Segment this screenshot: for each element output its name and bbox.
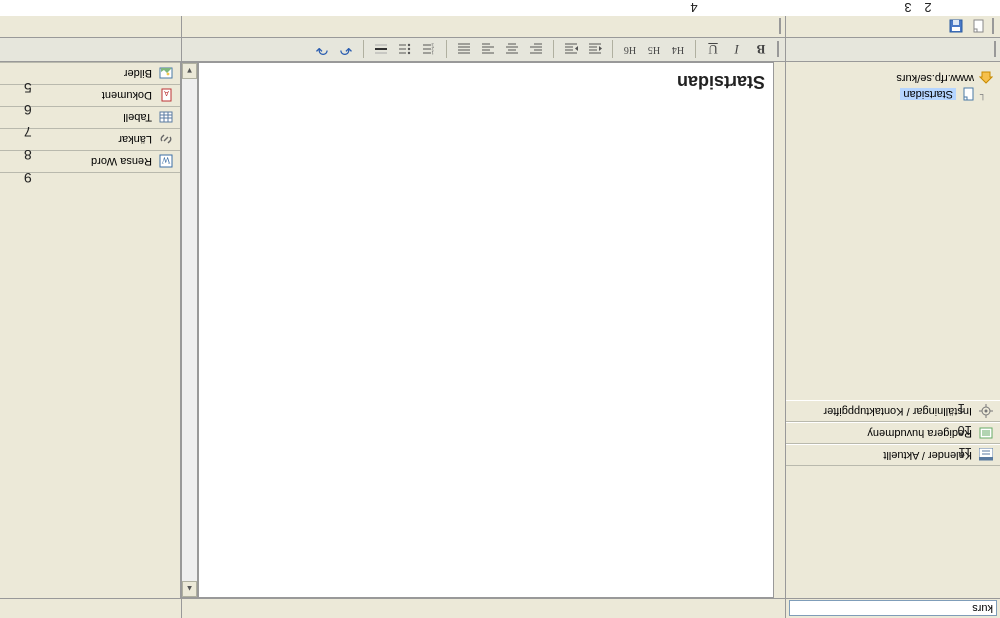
editor-toolbar: B I U H4 H5 H6 123 ↶ ↷ <box>181 38 785 61</box>
option-editmenu-label: Redigera huvudmeny <box>792 427 972 439</box>
callout-1: 1 <box>958 401 965 416</box>
gear-icon <box>978 403 994 419</box>
side-lankar-label: Länkar <box>118 134 152 146</box>
callout-9: 9 <box>24 170 32 186</box>
svg-text:3: 3 <box>431 43 434 47</box>
tree-connector: └ <box>980 89 986 100</box>
option-calendar-label: Kalender / Aktuellt <box>792 449 972 461</box>
callout-6: 6 <box>24 102 32 118</box>
indent-button[interactable] <box>560 40 582 60</box>
page-canvas[interactable]: Startsidan <box>198 62 774 598</box>
side-dokument-label: Dokument <box>102 90 152 102</box>
home-icon <box>978 70 994 86</box>
tree-root[interactable]: www.rfp.se/kurs <box>792 70 994 86</box>
callout-8: 8 <box>24 147 32 163</box>
right-fill <box>0 173 180 598</box>
new-doc-button[interactable] <box>970 19 986 35</box>
toolbar-grip-icon <box>994 42 996 58</box>
toolbar-grip-icon <box>779 19 781 35</box>
toolbar-separator <box>695 41 696 59</box>
svg-text:W: W <box>161 156 170 166</box>
table-icon <box>158 110 174 126</box>
calendar-icon <box>978 447 994 463</box>
callout-11: 11 <box>959 445 973 460</box>
scroll-up-icon[interactable]: ▲ <box>182 581 197 597</box>
side-rensa-word-label: Rensa Word <box>91 156 152 168</box>
align-justify-button[interactable] <box>453 40 475 60</box>
document-icon: A <box>158 88 174 104</box>
align-center-button[interactable] <box>501 40 523 60</box>
unordered-list-button[interactable] <box>394 40 416 60</box>
header-center <box>181 599 785 618</box>
callout-10: 10 <box>958 423 972 438</box>
page-title: Startsidan <box>677 71 765 92</box>
h4-button[interactable]: H4 <box>667 40 689 60</box>
vertical-scrollbar[interactable]: ▲ ▼ <box>181 62 198 598</box>
page-icon <box>960 86 976 102</box>
callout-3: 3 <box>904 0 911 15</box>
tree-root-label: www.rfp.se/kurs <box>896 72 974 84</box>
tree-node-startsidan[interactable]: └ Startsidan <box>792 86 986 102</box>
scroll-track[interactable] <box>182 79 197 581</box>
italic-button[interactable]: I <box>726 40 748 60</box>
callout-2: 2 <box>924 0 931 15</box>
search-input[interactable] <box>789 600 997 616</box>
hr-button[interactable] <box>370 40 392 60</box>
undo-button[interactable]: ↶ <box>335 40 357 60</box>
redo-button[interactable]: ↷ <box>311 40 333 60</box>
toolbar-grip-icon <box>992 19 994 35</box>
link-icon <box>158 132 174 148</box>
option-settings-label: Inställningar / Kontaktuppgifter <box>792 405 972 417</box>
callout-5: 5 <box>24 80 32 96</box>
callout-7: 7 <box>24 124 32 140</box>
side-bilder-label: Bilder <box>124 68 152 80</box>
image-icon <box>158 66 174 82</box>
callout-4: 4 <box>690 0 697 15</box>
left-top-space <box>786 466 1000 598</box>
word-icon: W <box>158 154 174 170</box>
align-left-button[interactable] <box>525 40 547 60</box>
toolbar-separator <box>446 41 447 59</box>
tree-node-label: Startsidan <box>900 88 956 100</box>
toolbar-separator <box>612 41 613 59</box>
svg-text:A: A <box>164 90 169 97</box>
bold-button[interactable]: B <box>750 40 772 60</box>
save-button[interactable] <box>948 19 964 35</box>
toolbar-separator <box>363 41 364 59</box>
outdent-button[interactable] <box>584 40 606 60</box>
underline-button[interactable]: U <box>702 40 724 60</box>
canvas-gutter <box>774 62 785 598</box>
toolbar-separator <box>553 41 554 59</box>
ico-right-space <box>0 16 181 37</box>
toolbar-right-space <box>0 38 181 61</box>
option-settings-contact[interactable]: Inställningar / Kontaktuppgifter <box>786 400 1000 422</box>
edit-menu-icon <box>978 425 994 441</box>
header-right <box>0 599 181 618</box>
align-right-button[interactable] <box>477 40 499 60</box>
toolbar-grip-icon <box>777 42 779 58</box>
site-tree: └ Startsidan www.rfp.se/kurs <box>786 62 1000 400</box>
h6-button[interactable]: H6 <box>619 40 641 60</box>
scroll-down-icon[interactable]: ▼ <box>182 63 197 79</box>
h5-button[interactable]: H5 <box>643 40 665 60</box>
ordered-list-button[interactable]: 123 <box>418 40 440 60</box>
side-tabell-label: Tabell <box>123 112 152 124</box>
